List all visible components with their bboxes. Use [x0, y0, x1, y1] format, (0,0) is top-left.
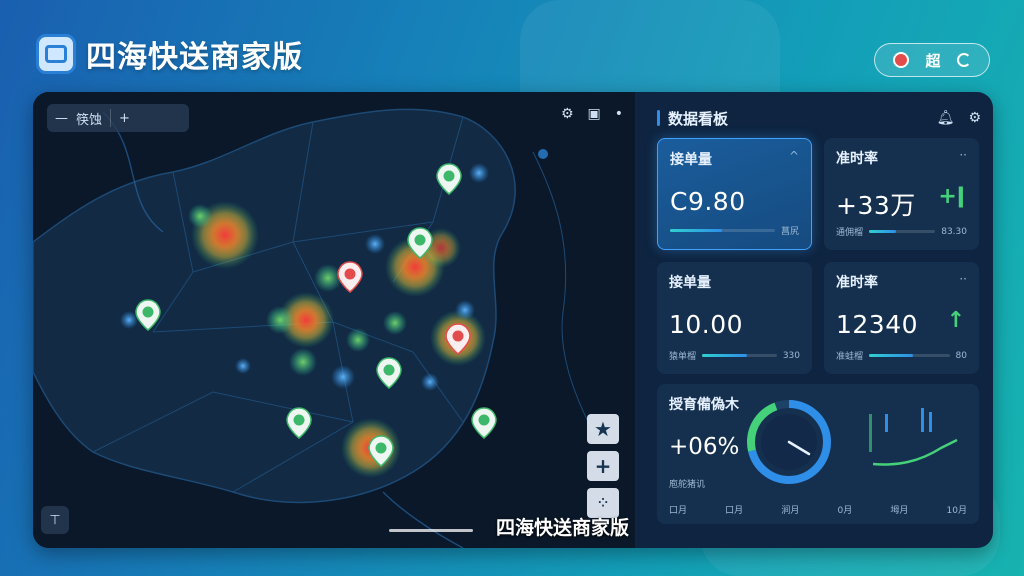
metric-progress	[869, 354, 950, 357]
more-icon[interactable]: ··	[959, 148, 967, 162]
metric-label: 准时率	[836, 275, 878, 291]
bar-mark	[869, 414, 872, 452]
metric-label: 接单量	[670, 152, 712, 168]
x-axis-labels: 口月 口月 涧月 0月 坶月 10月	[669, 503, 967, 516]
app-title: 四海快送商家版	[86, 40, 303, 75]
gear-icon[interactable]: ⚙	[968, 110, 981, 126]
metric-progress	[670, 229, 775, 232]
bar-mark	[885, 414, 888, 432]
favorite-button[interactable]: ★	[587, 414, 619, 444]
map-pin-green-icon[interactable]	[471, 407, 497, 439]
x-label: 口月	[725, 506, 744, 516]
map-toolbar-label[interactable]: 筷蚀	[76, 109, 102, 128]
x-label: 0月	[837, 506, 853, 516]
dashboard-panel: 数据看板 🔔︎ ⚙ 接单量 ^ C9.80 菖尻 准时率 ·· +33万 +ǀ …	[645, 92, 993, 548]
metric-card-orders[interactable]: 接单量 ^ C9.80 菖尻	[657, 138, 812, 250]
more-icon[interactable]: •	[615, 106, 623, 122]
x-label: 涧月	[781, 506, 800, 516]
settings-icon[interactable]: ⚙	[561, 106, 574, 122]
trend-up-icon: +ǀ	[938, 184, 965, 209]
map-pin-green-icon[interactable]	[436, 163, 462, 195]
map-pin-green-icon[interactable]	[407, 227, 433, 259]
bar-mark	[929, 412, 932, 432]
x-label: 10月	[946, 506, 967, 516]
trend-line	[872, 438, 958, 466]
metric-foot-left: 准蛙榴	[836, 352, 864, 362]
x-label: 坶月	[890, 506, 909, 516]
map-markers	[135, 163, 497, 467]
zoom-in-button[interactable]: +	[587, 451, 619, 481]
main-panel: — 筷蚀 + ⚙ ▣ • ★ + ⁘ ⊤ 四海快送商家版 数据看板 🔔︎ ⚙ 接…	[33, 92, 993, 548]
brand-underline	[389, 529, 473, 532]
map-top-icons: ⚙ ▣ •	[561, 106, 623, 122]
more-icon[interactable]: ··	[959, 272, 967, 286]
metric-foot-right: 330	[782, 350, 800, 361]
metric-card-ontime-2[interactable]: 准时率 ·· 12340 ↑ 准蛙榴 80	[824, 262, 979, 374]
avatar	[893, 52, 910, 68]
layers-icon[interactable]: ▣	[588, 106, 601, 122]
metric-foot-left: 猿单榴	[669, 352, 697, 362]
map-pin-green-icon[interactable]	[135, 299, 161, 331]
metric-foot-right: 80	[955, 350, 967, 361]
menu-icon[interactable]: —	[55, 111, 68, 126]
bar-mark	[921, 408, 924, 432]
metric-label: 接单量	[669, 275, 711, 291]
user-menu[interactable]: 超	[874, 43, 990, 77]
add-icon[interactable]: +	[119, 111, 130, 126]
map-pin-red-icon[interactable]	[337, 261, 363, 293]
metric-foot-left: 通佣榴	[836, 228, 864, 238]
dashboard-title: 数据看板	[668, 109, 729, 128]
map-toolbar[interactable]: — 筷蚀 +	[47, 104, 189, 132]
metric-foot-right: 菖尻	[780, 227, 799, 237]
trend-chart-card[interactable]: 授育備偽木 +06% 庖舵猪讥 口月 口月 涧月 0月 坶月 10月	[657, 384, 979, 524]
metric-foot-right: 83.30	[941, 226, 967, 237]
map-pin-green-icon[interactable]	[368, 435, 394, 467]
x-label: 口月	[669, 506, 688, 516]
metric-value: C9.80	[670, 187, 746, 216]
app-logo-icon	[36, 34, 76, 74]
user-name: 超	[925, 51, 941, 70]
map-pin-green-icon[interactable]	[286, 407, 312, 439]
star-icon: ★	[594, 417, 612, 441]
bell-icon[interactable]: 🔔︎	[937, 110, 955, 126]
map-pin-red-icon[interactable]	[445, 323, 471, 355]
metric-progress	[702, 354, 777, 357]
toolbar-divider	[110, 109, 112, 127]
arrow-up-icon: ↑	[946, 308, 965, 333]
pin-icon: ⊤	[49, 512, 61, 528]
pin-tool-button[interactable]: ⊤	[41, 506, 69, 534]
app-header: 四海快送商家版	[36, 34, 303, 75]
metric-label: 准时率	[836, 151, 878, 167]
metric-value: 10.00	[669, 310, 744, 339]
metric-card-orders-2[interactable]: 接单量 10.00 猿单榴 330	[657, 262, 812, 374]
dashboard-header: 数据看板 🔔︎ ⚙	[657, 106, 981, 130]
plus-icon: +	[594, 454, 612, 478]
title-accent	[657, 110, 660, 126]
metric-progress	[869, 230, 936, 233]
heat-map[interactable]: — 筷蚀 + ⚙ ▣ • ★ + ⁘ ⊤ 四海快送商家版	[33, 92, 635, 548]
map-brand-text: 四海快送商家版	[495, 517, 629, 539]
chevron-up-icon[interactable]: ^	[789, 149, 799, 163]
crosshair-icon: ⁘	[597, 496, 609, 510]
refresh-icon[interactable]	[956, 53, 971, 67]
map-pin-green-icon[interactable]	[376, 357, 402, 389]
metric-card-ontime[interactable]: 准时率 ·· +33万 +ǀ 通佣榴 83.30	[824, 138, 979, 250]
